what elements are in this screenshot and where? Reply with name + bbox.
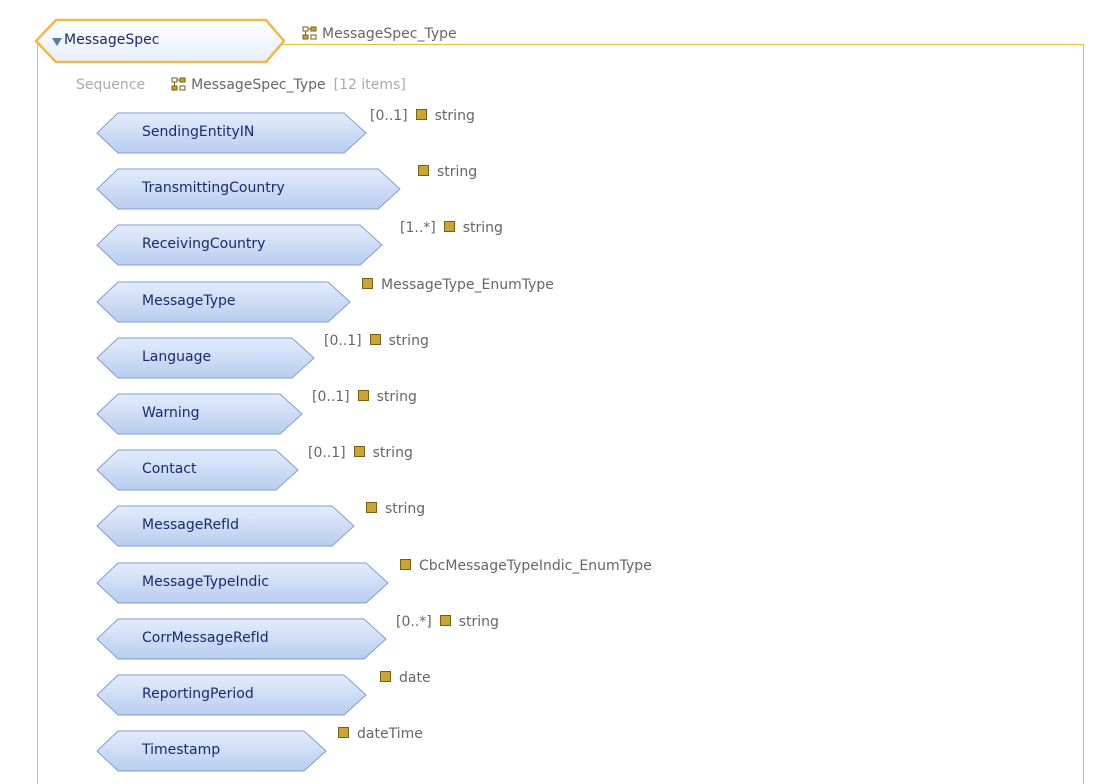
schema-diagram: MessageSpec MessageSpec_Type Sequence Me… [0, 0, 1110, 784]
element-node-messagerefid[interactable]: MessageRefId string [96, 501, 425, 547]
complex-type-icon [171, 77, 186, 91]
complex-type-icon [302, 26, 317, 40]
type-name: MessageType_EnumType [381, 277, 554, 293]
cardinality-label: [0..1] [370, 108, 408, 124]
root-type-label: MessageSpec_Type [302, 26, 457, 42]
element-type-annotation: [0..1] string [312, 389, 417, 405]
element-type-annotation: string [418, 164, 477, 180]
element-type-annotation: MessageType_EnumType [362, 277, 554, 293]
cardinality-label: [1..*] [400, 220, 436, 236]
element-node-messagetypeindic[interactable]: MessageTypeIndic CbcMessageTypeIndic_Enum… [96, 558, 652, 604]
element-type-annotation: [0..*] string [396, 614, 499, 630]
simple-type-icon [357, 390, 369, 401]
simple-type-icon [443, 221, 455, 232]
element-node-contact[interactable]: Contact [0..1] string [96, 445, 413, 491]
type-name: string [434, 108, 475, 124]
sequence-type-name: MessageSpec_Type [191, 77, 326, 93]
element-type-annotation: [1..*] string [400, 220, 503, 236]
type-name: string [385, 501, 426, 517]
element-type-annotation: [0..1] string [308, 445, 413, 461]
root-element-name: MessageSpec [64, 32, 160, 48]
element-name: MessageType [142, 293, 236, 309]
type-name: date [399, 670, 431, 686]
simple-type-icon [439, 615, 451, 626]
expand-triangle-icon[interactable] [52, 38, 62, 46]
element-type-annotation: [0..1] string [324, 333, 429, 349]
element-type-annotation: date [380, 670, 431, 686]
cardinality-label: [0..1] [308, 445, 346, 461]
sequence-label: Sequence [76, 77, 146, 93]
type-name: string [372, 445, 413, 461]
element-name: MessageTypeIndic [142, 574, 269, 590]
cardinality-label: [0..1] [324, 333, 362, 349]
element-name: TransmittingCountry [142, 180, 285, 196]
element-node-messagetype[interactable]: MessageType MessageType_EnumType [96, 277, 554, 323]
type-name: string [458, 614, 499, 630]
element-name: Contact [142, 461, 197, 477]
simple-type-icon [366, 502, 377, 513]
simple-type-icon [353, 446, 365, 457]
element-type-annotation: [0..1] string [370, 108, 475, 124]
element-name: Language [142, 349, 212, 365]
element-node-timestamp[interactable]: Timestamp dateTime [96, 726, 423, 772]
element-shape [96, 449, 299, 491]
type-name: dateTime [357, 726, 423, 742]
root-type-name: MessageSpec_Type [322, 26, 457, 42]
type-name: string [462, 220, 503, 236]
element-type-annotation: dateTime [338, 726, 423, 742]
element-type-annotation: CbcMessageTypeIndic_EnumType [400, 558, 652, 574]
simple-type-icon [418, 165, 429, 176]
element-shape [96, 393, 303, 435]
type-name: string [376, 389, 417, 405]
element-node-transmittingcountry[interactable]: TransmittingCountry string [96, 164, 477, 210]
element-node-language[interactable]: Language [0..1] string [96, 333, 429, 379]
element-name: ReportingPeriod [142, 686, 254, 702]
element-node-corrmessagerefid[interactable]: CorrMessageRefId [0..*] string [96, 614, 499, 660]
element-node-receivingcountry[interactable]: ReceivingCountry [1..*] string [96, 220, 503, 266]
sequence-header: Sequence MessageSpec_Type [12 items] [76, 77, 406, 97]
element-name: MessageRefId [142, 517, 240, 533]
simple-type-icon [369, 334, 381, 345]
element-type-annotation: string [366, 501, 425, 517]
cardinality-label: [0..*] [396, 614, 432, 630]
type-name: string [388, 333, 429, 349]
simple-type-icon [400, 559, 411, 570]
cardinality-label: [0..1] [312, 389, 350, 405]
simple-type-icon [362, 278, 373, 289]
element-name: Timestamp [142, 742, 221, 758]
element-name: SendingEntityIN [142, 124, 255, 140]
simple-type-icon [415, 109, 427, 120]
simple-type-icon [380, 671, 391, 682]
element-name: ReceivingCountry [142, 236, 266, 252]
type-name: CbcMessageTypeIndic_EnumType [419, 558, 652, 574]
element-name: CorrMessageRefId [142, 630, 269, 646]
element-name: Warning [142, 405, 200, 421]
element-node-warning[interactable]: Warning [0..1] string [96, 389, 417, 435]
sequence-type: MessageSpec_Type [171, 77, 326, 93]
element-node-reportingperiod[interactable]: ReportingPeriod date [96, 670, 431, 716]
root-element-messagespec[interactable]: MessageSpec [34, 18, 286, 64]
element-node-sendingentityin[interactable]: SendingEntityIN [0..1] string [96, 108, 475, 154]
sequence-item-count: [12 items] [333, 77, 406, 93]
simple-type-icon [338, 727, 349, 738]
type-name: string [437, 164, 478, 180]
